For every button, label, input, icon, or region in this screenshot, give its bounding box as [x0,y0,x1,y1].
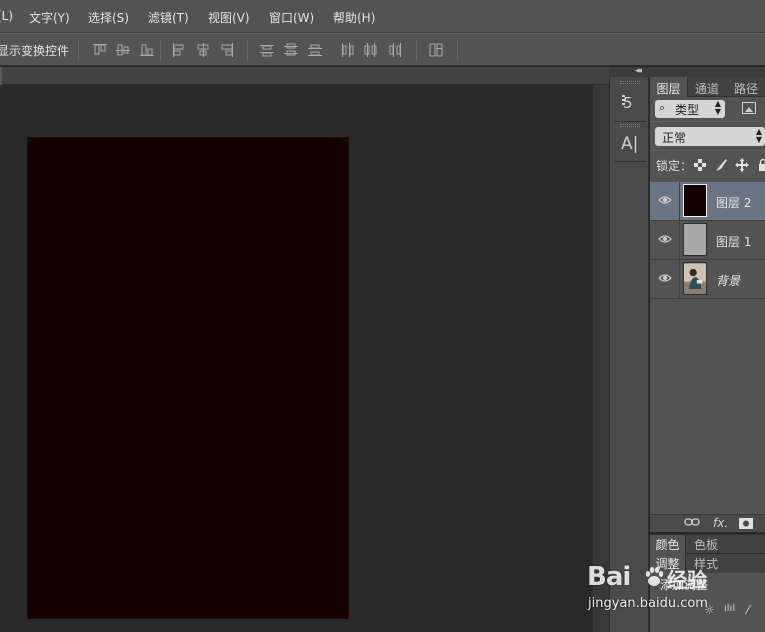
distribute-right-edges-icon[interactable] [387,42,403,58]
lock-position-icon[interactable] [735,158,749,172]
menu-item-view[interactable]: 视图(V) [208,9,250,26]
filter-value: 类型 [675,103,700,117]
collapse-panels-icon[interactable]: ◂◂ [635,66,642,76]
search-icon: ⌕ [659,101,666,114]
layer-name[interactable]: 背景 [716,272,740,289]
vertical-scrollbar[interactable] [592,85,609,632]
auto-align-layers-icon[interactable] [428,42,444,58]
options-divider [78,39,79,61]
watermark-brand-suffix: 经验 [667,568,707,592]
layer-filter-select[interactable]: ⌕ 类型 ▲ ▼ [655,100,725,118]
layer-thumbnail[interactable] [683,223,707,256]
options-bar: 显示变换控件 [0,33,765,66]
fx-icon[interactable]: fx. [713,516,728,530]
blend-mode-select[interactable]: 正常 ▲ ▼ [655,127,765,146]
layer-divider [679,260,680,299]
panel-divider [650,121,765,122]
options-divider [416,39,417,61]
watermark-url: jingyan.baidu.com [588,596,708,611]
distribute-vertical-centers-icon[interactable] [283,42,299,58]
dock-grip[interactable] [620,81,640,84]
distribute-left-edges-icon[interactable] [339,42,355,58]
baidu-jingyan-watermark: Bai 经验 jingyan.baidu.com [587,560,765,630]
align-left-edges-icon[interactable] [171,42,187,58]
eye-icon[interactable] [658,234,672,244]
align-vertical-centers-icon[interactable] [115,42,131,58]
document-tab-strip [0,67,609,85]
tab-layers[interactable]: 图层 [650,77,688,97]
eye-icon[interactable] [658,273,672,283]
menu-item-help[interactable]: 帮助(H) [333,9,375,26]
layers-panel-footer: fx. [650,514,765,532]
watermark-brand: Bai [587,562,631,592]
layer-row[interactable]: 图层 2 [650,182,765,221]
menu-item-type[interactable]: 文字(Y) [29,9,70,26]
dock-divider [614,121,646,122]
collapsed-panel-dock: 5 A| [609,67,649,632]
character-icon[interactable]: A| [618,133,642,157]
layers-list: 图层 2 图层 1 背景 [650,182,765,512]
options-divider [160,39,161,61]
color-panel-tabs: 颜色 色板 [650,534,765,555]
distribute-bottom-edges-icon[interactable] [307,42,323,58]
lock-all-icon[interactable] [756,158,765,172]
menu-item-filter[interactable]: 滤镜(T) [148,9,189,26]
canvas-area[interactable] [0,85,592,632]
lock-transparent-pixels-icon[interactable] [693,158,707,172]
dock-grip[interactable] [620,124,640,127]
options-divider [457,39,458,61]
lock-image-pixels-icon[interactable] [714,158,728,172]
tab-channels[interactable]: 通道 [688,77,726,97]
tab-swatches[interactable]: 色板 [687,535,725,555]
history-icon[interactable]: 5 [618,91,642,115]
show-transform-controls-label[interactable]: 显示变换控件 [0,42,69,59]
paw-logo-icon [643,566,665,588]
pixel-layer-filter-icon[interactable] [742,102,756,114]
menu-bar: (L) 文字(Y) 选择(S) 滤镜(T) 视图(V) 窗口(W) 帮助(H) [0,0,765,33]
panel-divider [650,150,765,151]
dock-divider [614,161,646,162]
dock-header: ◂◂ [609,66,765,77]
tab-color[interactable]: 颜色 [650,535,686,555]
document-tab-edge[interactable] [0,67,2,85]
layer-name[interactable]: 图层 2 [716,194,751,211]
lock-label: 锁定： [656,159,693,173]
align-right-edges-icon[interactable] [219,42,235,58]
layer-row[interactable]: 背景 [650,260,765,299]
updown-arrows-icon: ▲ ▼ [714,99,721,116]
layer-divider [679,221,680,260]
blend-mode-value: 正常 [662,131,687,145]
mask-icon[interactable] [739,518,753,532]
layers-panel-tabs: 图层 通道 路径 [650,77,765,97]
distribute-horizontal-centers-icon[interactable] [363,42,379,58]
layers-panel: 图层 通道 路径 ⌕ 类型 ▲ ▼ 正常 ▲ ▼ 锁定： 图层 2 图层 1 背… [650,77,765,532]
updown-arrows-icon: ▲ ▼ [755,127,762,144]
menu-item-select[interactable]: 选择(S) [88,9,129,26]
layer-thumbnail-photo[interactable] [683,262,707,295]
align-bottom-edges-icon[interactable] [139,42,155,58]
layer-name[interactable]: 图层 1 [716,233,751,250]
layer-row[interactable]: 图层 1 [650,221,765,260]
align-top-edges-icon[interactable] [92,42,108,58]
menu-item-window[interactable]: 窗口(W) [269,9,314,26]
align-horizontal-centers-icon[interactable] [195,42,211,58]
distribute-top-edges-icon[interactable] [259,42,275,58]
tab-paths[interactable]: 路径 [727,77,765,97]
options-divider [247,39,248,61]
document-canvas[interactable] [28,138,348,618]
link-icon[interactable] [684,516,700,530]
layer-divider [679,182,680,221]
eye-icon[interactable] [658,195,672,205]
layer-thumbnail[interactable] [683,184,707,217]
menu-item-layer[interactable]: (L) [0,9,13,23]
